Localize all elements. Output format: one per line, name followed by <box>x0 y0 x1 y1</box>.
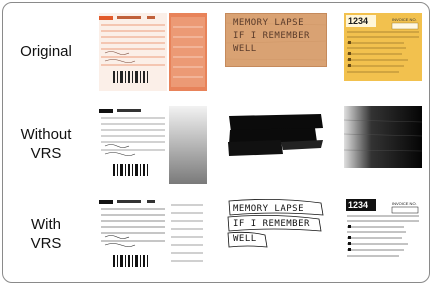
without-vrs-note-image <box>225 106 327 160</box>
with-vrs-ticket-brand: 1234 <box>348 200 368 210</box>
with-vrs-note-line1: MEMORY LAPSE <box>233 204 305 214</box>
original-note-line3: WELL <box>233 44 257 54</box>
row-label-with-vrs: With VRS <box>30 216 62 252</box>
original-note-image: MEMORY LAPSE IF I REMEMBER WELL <box>225 13 327 67</box>
row-label-without-vrs: Without VRS <box>20 126 72 162</box>
with-vrs-form-image <box>99 197 207 275</box>
without-vrs-ticket-image <box>344 106 422 168</box>
original-ticket-image: 1234 INVOICE NO. <box>344 13 422 81</box>
original-form-image <box>99 13 207 91</box>
original-note-line1: MEMORY LAPSE <box>233 18 305 28</box>
with-vrs-note-line2: IF I REMEMBER <box>233 219 310 229</box>
with-vrs-note-line3: WELL <box>233 234 257 244</box>
with-vrs-ticket-image: 1234 INVOICE NO. <box>344 197 422 265</box>
with-vrs-note-image: MEMORY LAPSE IF I REMEMBER WELL <box>225 197 327 255</box>
original-note-line2: IF I REMEMBER <box>233 31 310 41</box>
with-vrs-ticket-header: INVOICE NO. <box>392 201 417 206</box>
original-ticket-header: INVOICE NO. <box>392 17 417 22</box>
figure-frame: Original Without VRS With VRS MEMORY LAP… <box>2 2 430 283</box>
original-ticket-brand: 1234 <box>348 16 368 26</box>
without-vrs-form-image <box>99 106 207 184</box>
row-label-original: Original <box>20 43 72 60</box>
